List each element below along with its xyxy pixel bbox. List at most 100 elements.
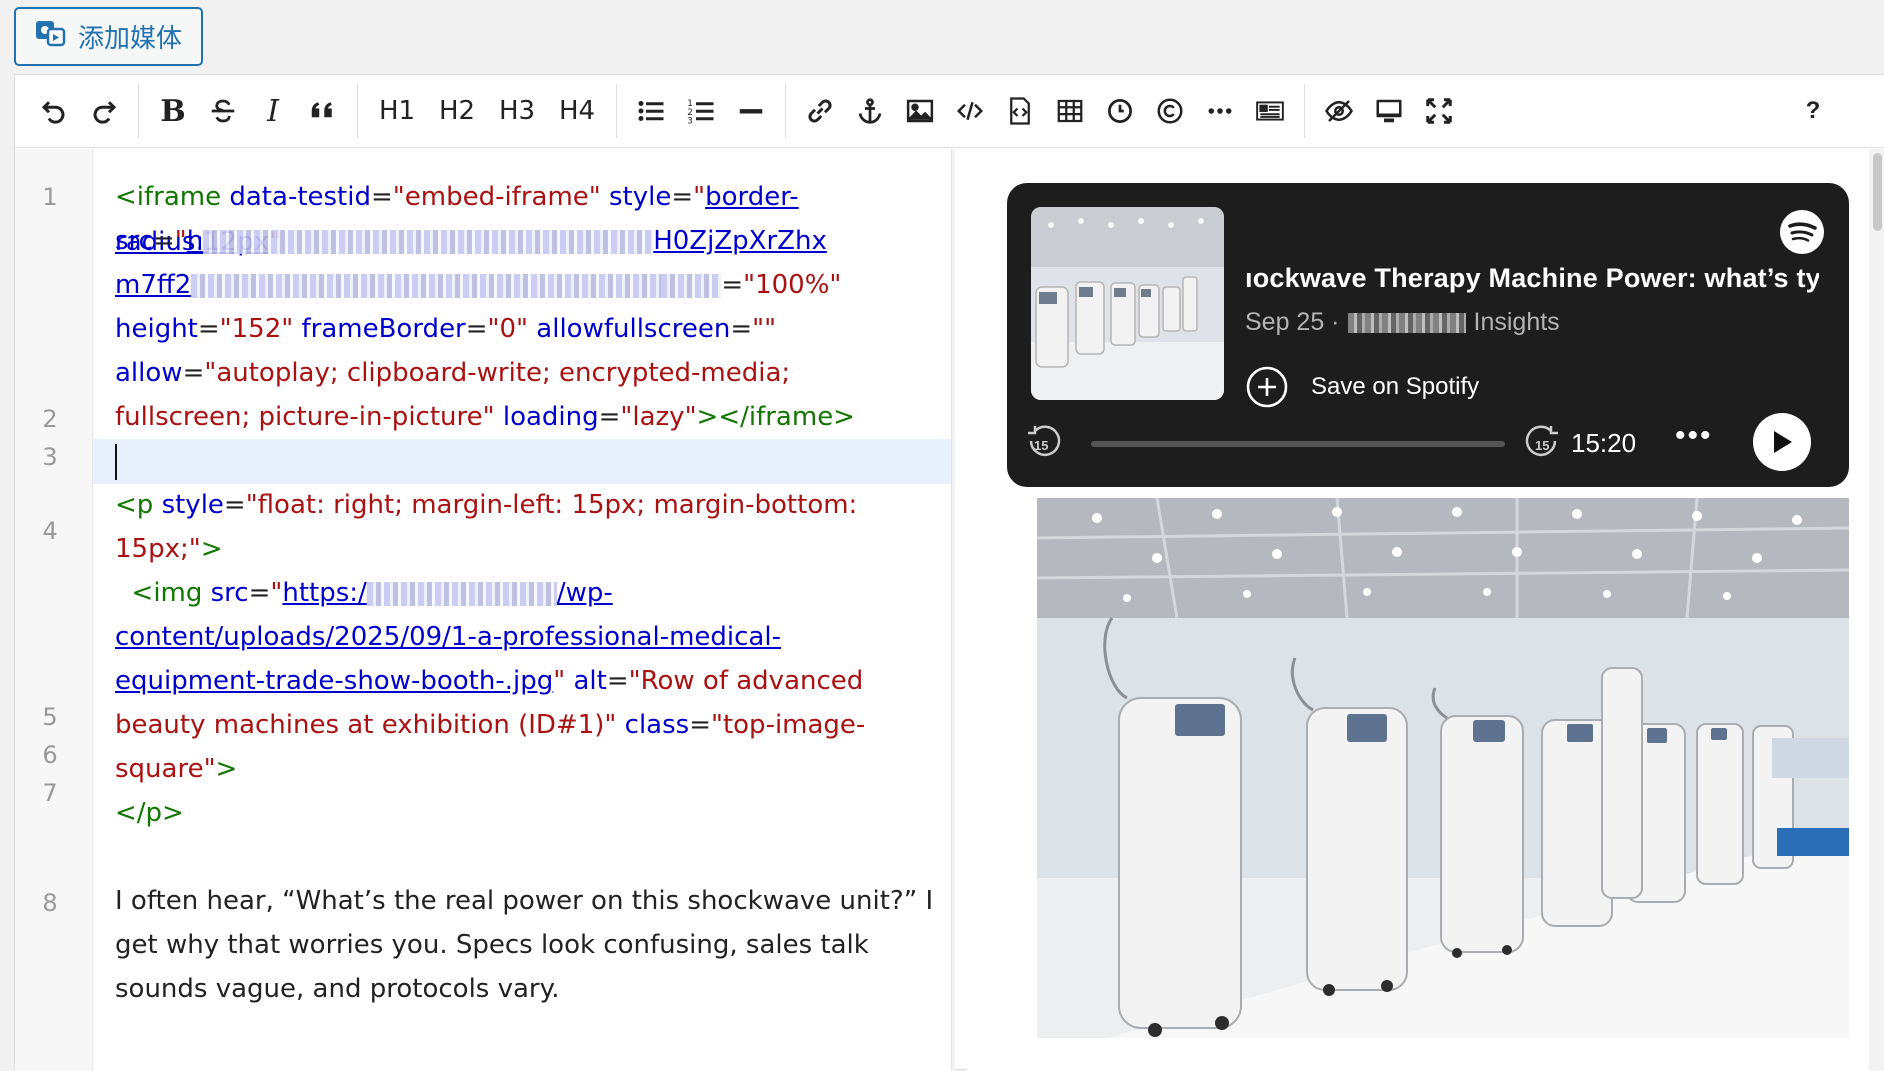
h4-button[interactable]: H4: [547, 87, 607, 135]
save-label: Save on Spotify: [1311, 373, 1480, 400]
toolbar-divider: [1304, 84, 1305, 138]
code-token: style: [161, 490, 224, 520]
fullscreen-icon[interactable]: [1414, 87, 1464, 135]
code-token: >: [215, 754, 238, 784]
line-number: 3: [42, 443, 58, 471]
toolbar-divider: [357, 84, 358, 138]
code-scrollbar[interactable]: [951, 149, 955, 1071]
read-more-icon[interactable]: [1245, 87, 1295, 135]
code-line: 15px;">: [93, 527, 953, 572]
strikethrough-icon[interactable]: [198, 87, 248, 135]
player-controls: 15 15 15:20 •••: [1025, 413, 1831, 473]
toolbar-divider: [785, 84, 786, 138]
top-bar: 添加媒体: [0, 0, 1884, 74]
save-on-spotify-button[interactable]: Save on Spotify: [1245, 365, 1479, 409]
line-number: 8: [42, 889, 58, 917]
show-name[interactable]: Insights: [1474, 308, 1560, 337]
code-token: "0": [487, 314, 529, 344]
image-icon[interactable]: [895, 87, 945, 135]
code-pane[interactable]: 1 2 3 4 5 6 7 8 <iframe data-testid="emb…: [15, 149, 955, 1071]
line-number: 5: [42, 703, 58, 731]
play-button[interactable]: [1753, 413, 1811, 471]
numbered-list-icon[interactable]: 123: [676, 87, 726, 135]
italic-button[interactable]: I: [248, 87, 298, 135]
episode-date: Sep 25 ·: [1245, 308, 1340, 336]
embed-file-icon[interactable]: [995, 87, 1045, 135]
progress-bar[interactable]: [1091, 441, 1505, 447]
code-token: allowfullscreen: [536, 314, 731, 344]
svg-text:3: 3: [687, 117, 693, 127]
code-line: I often hear, “What’s the real power on …: [115, 886, 934, 916]
bullet-list-icon[interactable]: [626, 87, 676, 135]
episode-duration: 15:20: [1571, 428, 1637, 458]
code-token: m7ff2: [115, 270, 192, 300]
play-icon: [1774, 431, 1792, 453]
skip-back-15-icon[interactable]: 15: [1025, 423, 1063, 461]
line-number: 7: [42, 779, 58, 807]
add-circle-icon: [1246, 366, 1288, 408]
code-line: <p style="float: right; margin-left: 15p…: [115, 490, 858, 520]
code-token: </p>: [115, 798, 184, 828]
add-media-button[interactable]: 添加媒体: [14, 7, 203, 66]
episode-title[interactable]: ıockwave Therapy Machine Power: what’s t…: [1245, 263, 1819, 294]
h3-button[interactable]: H3: [487, 87, 547, 135]
code-token: "152": [219, 314, 294, 344]
toolbar-divider: [138, 84, 139, 138]
code-token: loading: [502, 402, 599, 432]
text-caret: [115, 443, 117, 480]
more-icon[interactable]: [1195, 87, 1245, 135]
code-line: m7ff2 ="100%": [115, 270, 842, 300]
skip-forward-15-icon[interactable]: 15: [1523, 423, 1561, 461]
code-line: beauty machines at exhibition (ID#1)" cl…: [115, 710, 866, 740]
code-token: <p: [115, 490, 154, 520]
spotify-logo-icon[interactable]: [1779, 209, 1825, 255]
code-token: allow: [115, 358, 183, 388]
help-button[interactable]: ?: [1788, 87, 1838, 135]
preview-scrollbar[interactable]: [1869, 149, 1884, 1071]
preview-toggle-icon[interactable]: [1314, 87, 1364, 135]
code-token: square": [115, 754, 216, 784]
redacted-block: [1347, 312, 1466, 333]
clock-icon[interactable]: [1095, 87, 1145, 135]
link-icon[interactable]: [795, 87, 845, 135]
line-number: 4: [42, 517, 58, 545]
h1-button[interactable]: H1: [367, 87, 427, 135]
code-token: data-testid: [229, 182, 371, 212]
horizontal-rule-icon[interactable]: [726, 87, 776, 135]
bold-button[interactable]: B: [148, 87, 198, 135]
code-token: class: [624, 710, 690, 740]
code-token: "float: right; margin-left: 15px; margin…: [245, 490, 858, 520]
undo-icon[interactable]: [29, 87, 79, 135]
anchor-icon[interactable]: [845, 87, 895, 135]
scrollbar-thumb[interactable]: [1873, 153, 1882, 231]
code-line: <img src="https://wp-: [131, 578, 613, 608]
redo-icon[interactable]: [79, 87, 129, 135]
line-number: 1: [42, 183, 58, 211]
editor-toolbar: B I H1 H2 H3 H4 123 ?: [15, 75, 1884, 148]
more-options-button[interactable]: •••: [1675, 419, 1713, 453]
code-line: fullscreen; picture-in-picture" loading=…: [115, 402, 855, 432]
code-token: >: [200, 534, 223, 564]
code-line: sounds vague, and protocols vary.: [115, 974, 560, 1004]
spotify-embed[interactable]: ıockwave Therapy Machine Power: what’s t…: [1007, 183, 1849, 487]
preview-pane: ıockwave Therapy Machine Power: what’s t…: [967, 149, 1884, 1071]
code-token: "embed-iframe": [392, 182, 601, 212]
code-token: src: [210, 578, 249, 608]
code-line: height="152" frameBorder="0" allowfullsc…: [115, 314, 777, 344]
table-icon[interactable]: [1045, 87, 1095, 135]
code-token: alt: [573, 666, 607, 696]
code-token: <iframe: [115, 182, 222, 212]
code-token: 15px;": [115, 534, 201, 564]
add-media-icon: [34, 17, 66, 56]
quote-icon[interactable]: [298, 87, 348, 135]
copyright-icon[interactable]: [1145, 87, 1195, 135]
redacted-block: [203, 229, 654, 254]
code-token: "100%": [743, 270, 842, 300]
code-token: height: [115, 314, 198, 344]
h2-button[interactable]: H2: [427, 87, 487, 135]
code-token: frameBorder: [301, 314, 466, 344]
code-line: get why that worries you. Specs look con…: [115, 930, 869, 960]
code-token: beauty machines at exhibition (ID#1)": [115, 710, 617, 740]
side-by-side-icon[interactable]: [1364, 87, 1414, 135]
code-icon[interactable]: [945, 87, 995, 135]
